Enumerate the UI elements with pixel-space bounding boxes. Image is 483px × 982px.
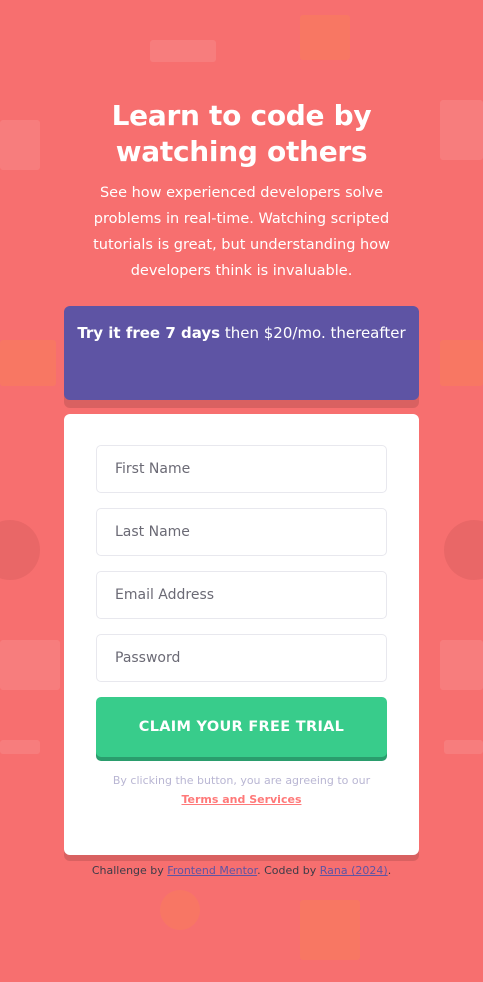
signup-form: CLAIM YOUR FREE TRIAL By clicking the bu…: [64, 414, 419, 855]
email-input[interactable]: [96, 571, 387, 619]
frontend-mentor-link[interactable]: Frontend Mentor: [167, 864, 257, 877]
terms-text: By clicking the button, you are agreeing…: [113, 774, 370, 787]
password-input[interactable]: [96, 634, 387, 682]
author-link[interactable]: Rana (2024): [320, 864, 388, 877]
promo-price: then $20/mo. thereafter: [220, 324, 406, 342]
title-line-1: Learn to code by: [112, 99, 372, 132]
promo-highlight: Try it free 7 days: [77, 324, 220, 342]
page: Learn to code by watching others See how…: [0, 0, 483, 982]
first-name-input[interactable]: [96, 445, 387, 493]
claim-trial-button[interactable]: CLAIM YOUR FREE TRIAL: [96, 697, 387, 757]
terms-link[interactable]: Terms and Services: [84, 790, 399, 809]
attribution-footer: Challenge by Frontend Mentor. Coded by R…: [0, 864, 483, 877]
page-title: Learn to code by watching others: [0, 98, 483, 170]
footer-middle: . Coded by: [257, 864, 320, 877]
title-line-2: watching others: [116, 135, 368, 168]
terms-notice: By clicking the button, you are agreeing…: [84, 771, 399, 809]
last-name-input[interactable]: [96, 508, 387, 556]
footer-prefix: Challenge by: [92, 864, 167, 877]
footer-suffix: .: [388, 864, 392, 877]
page-description: See how experienced developers solve pro…: [70, 180, 413, 284]
promo-banner: Try it free 7 days then $20/mo. thereaft…: [64, 306, 419, 400]
